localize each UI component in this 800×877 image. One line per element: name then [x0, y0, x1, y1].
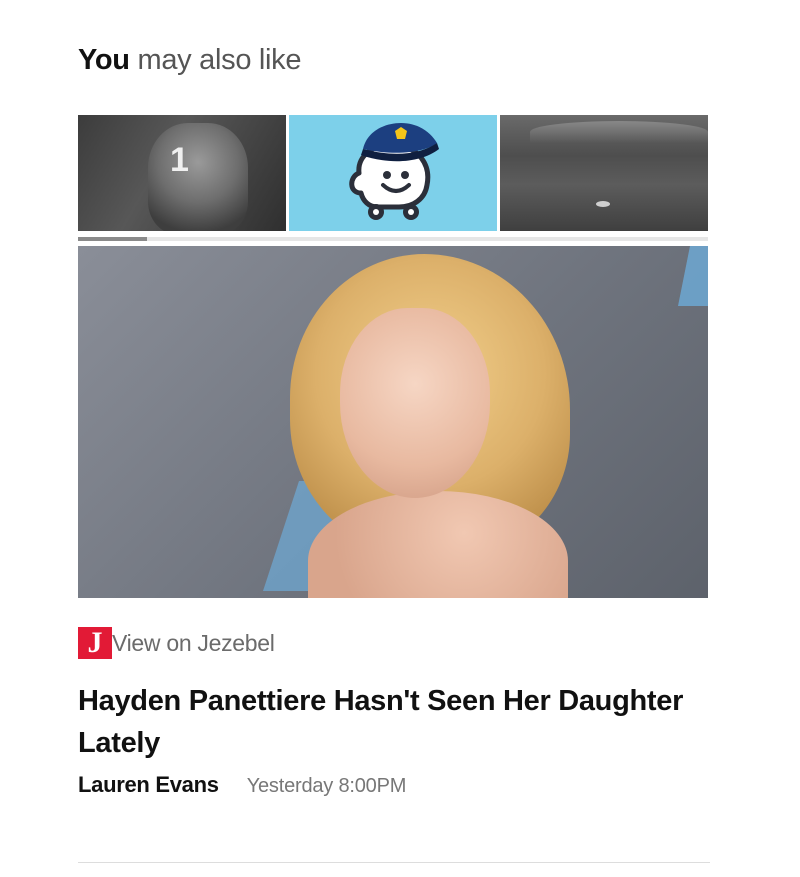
carousel-thumbnail-3[interactable] [500, 115, 708, 231]
article-timestamp: Yesterday 8:00PM [246, 775, 407, 797]
carousel-progress-fill [78, 237, 148, 241]
hero-backdrop-logo-right [678, 246, 708, 306]
article-author[interactable]: Lauren Evans [78, 772, 219, 798]
article-hero-image[interactable] [78, 246, 708, 598]
section-title: You may also like [78, 44, 302, 77]
thumbnail-badge-number: 1 [170, 141, 189, 179]
section-title-light: may also like [137, 44, 302, 76]
article-source-row[interactable]: J View on Jezebel [78, 627, 275, 659]
section-title-strong: You [78, 44, 130, 76]
carousel-thumbnail-1[interactable]: 1 [78, 115, 286, 231]
lunar-crater [596, 201, 610, 207]
article-headline[interactable]: Hayden Panettiere Hasn't Seen Her Daught… [78, 680, 708, 764]
jezebel-logo-icon: J [78, 627, 112, 659]
view-on-source-link[interactable]: View on Jezebel [112, 630, 275, 657]
waze-police-mascot-icon [349, 123, 439, 220]
carousel-progress-track [78, 237, 708, 241]
carousel-thumbnail-2[interactable] [289, 115, 497, 231]
hero-portrait-face [340, 308, 490, 498]
lunar-ridge [530, 121, 708, 143]
section-divider [78, 862, 710, 863]
article-meta: Lauren Evans Yesterday 8:00PM [78, 772, 406, 798]
thumbnail-portrait [148, 123, 248, 231]
